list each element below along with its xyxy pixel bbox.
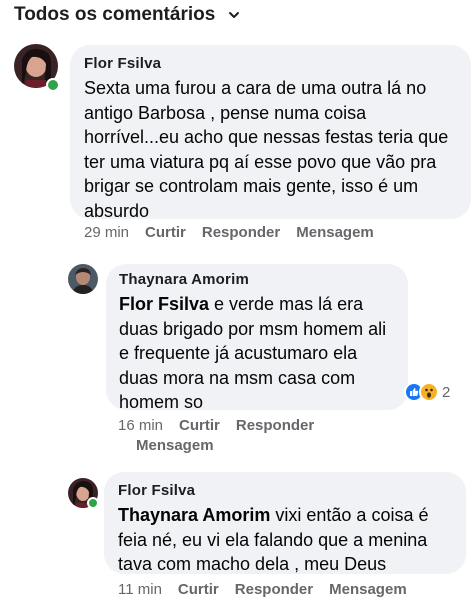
comment-bubble: Thaynara Amorim Flor Fsilva e verde mas … xyxy=(106,264,408,412)
message-button[interactable]: Mensagem xyxy=(296,224,374,241)
comment-text: Sexta uma furou a cara de uma outra lá n… xyxy=(84,78,449,221)
mention-link[interactable]: Thaynara Amorim xyxy=(118,505,270,525)
comment-actions: 29 min Curtir Responder Mensagem xyxy=(84,224,390,241)
reaction-count: 2 xyxy=(442,383,451,401)
reply-button[interactable]: Responder xyxy=(235,581,313,598)
reply-button[interactable]: Responder xyxy=(202,224,280,241)
comment-author[interactable]: Flor Fsilva xyxy=(84,55,459,72)
avatar[interactable] xyxy=(68,264,98,294)
comment-time[interactable]: 29 min xyxy=(84,224,129,241)
wow-reaction-icon xyxy=(419,382,439,402)
comments-filter[interactable]: Todos os comentários xyxy=(14,4,241,26)
comment-text: Thaynara Amorim vixi então a coisa é fei… xyxy=(118,505,429,574)
like-button[interactable]: Curtir xyxy=(178,581,219,598)
like-button[interactable]: Curtir xyxy=(145,224,186,241)
comment-actions: 16 min Curtir Responder Mensagem xyxy=(118,416,368,456)
reply-button[interactable]: Responder xyxy=(236,417,314,434)
reactions-summary[interactable]: 2 xyxy=(404,382,450,402)
chevron-down-icon xyxy=(229,12,240,18)
comment-author[interactable]: Thaynara Amorim xyxy=(119,271,396,288)
comment-text: Flor Fsilva e verde mas lá era duas brig… xyxy=(119,294,387,412)
message-button[interactable]: Mensagem xyxy=(136,437,214,454)
like-button[interactable]: Curtir xyxy=(179,417,220,434)
comment-actions: 11 min Curtir Responder Mensagem xyxy=(118,581,423,598)
comment-time[interactable]: 11 min xyxy=(118,581,162,598)
comment-bubble: Flor Fsilva Sexta uma furou a cara de um… xyxy=(70,45,471,221)
online-status-indicator xyxy=(87,497,99,509)
comment-time[interactable]: 16 min xyxy=(118,417,163,434)
online-status-indicator xyxy=(46,78,60,92)
message-button[interactable]: Mensagem xyxy=(329,581,407,598)
comments-filter-label: Todos os comentários xyxy=(14,4,216,25)
mention-link[interactable]: Flor Fsilva xyxy=(119,294,209,314)
comment-author[interactable]: Flor Fsilva xyxy=(118,482,454,499)
comment-bubble: Flor Fsilva Thaynara Amorim vixi então a… xyxy=(104,472,466,574)
